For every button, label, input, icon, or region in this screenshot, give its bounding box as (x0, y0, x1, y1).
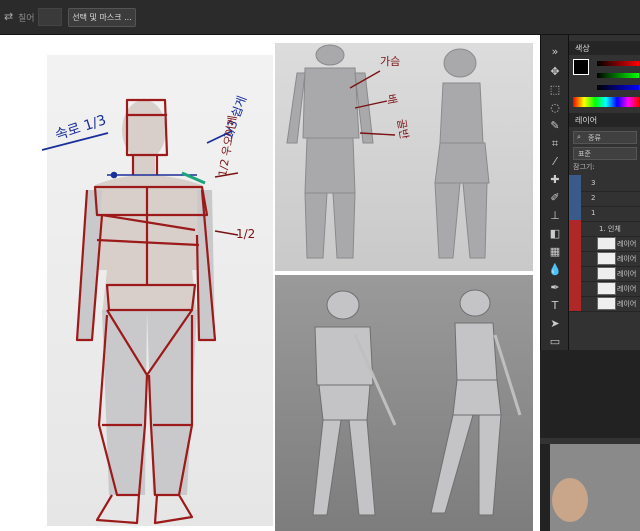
swap-icon[interactable]: ⇄ (4, 10, 13, 23)
options-bar: ⇄ 칠어 선택 및 마스크 ... (0, 0, 640, 35)
type-tool-icon[interactable]: T (548, 299, 562, 313)
layer-name: 1. 인체 (599, 225, 621, 233)
reference-image-figurines-front: 가슴 배 골반 (275, 43, 533, 271)
layer-name: 3 (591, 179, 596, 187)
tools-panel: » ✥ ⬚ ◌ ✎ ⌗ ⁄ ✚ ✐ ⊥ ◧ ▦ 💧 ✒ T ➤ ▭ (540, 35, 569, 351)
reference-image-figurines-posed (275, 275, 533, 531)
layers-panel-tabs: 레이어 (569, 113, 640, 127)
pen-tool-icon[interactable]: ✒ (548, 281, 562, 295)
quick-select-tool-icon[interactable]: ✎ (548, 119, 562, 133)
expand-icon[interactable]: » (548, 45, 562, 59)
visibility-eye-icon[interactable] (569, 175, 581, 191)
blend-mode-select[interactable]: 표준 (573, 147, 637, 160)
color-picker[interactable] (573, 59, 589, 75)
lasso-tool-icon[interactable]: ◌ (548, 101, 562, 115)
path-select-tool-icon[interactable]: ➤ (548, 317, 562, 331)
marquee-tool-icon[interactable]: ⬚ (548, 83, 562, 97)
layer-thumbnail (597, 267, 616, 280)
visibility-eye-icon[interactable] (569, 295, 581, 311)
visibility-eye-icon[interactable] (569, 265, 581, 281)
gradient-tool-icon[interactable]: ▦ (548, 245, 562, 259)
secondary-window-photo (540, 350, 640, 531)
layer-row[interactable]: 레이어 (569, 295, 640, 312)
layer-name: 레이어 (617, 240, 637, 248)
search-icon: ⌕ (577, 133, 581, 141)
figurine-photo-posed (312, 289, 522, 516)
feather-input[interactable] (38, 8, 62, 26)
visibility-eye-icon[interactable] (569, 190, 581, 206)
tab-layers[interactable]: 레이어 (575, 115, 597, 126)
color-slider-r[interactable] (597, 61, 639, 66)
feather-label: 칠어 (18, 14, 35, 24)
visibility-eye-icon[interactable] (569, 235, 581, 251)
filter-kind-select[interactable]: ⌕ 종류 (573, 131, 637, 144)
visibility-eye-icon[interactable] (569, 250, 581, 266)
layer-name: 레이어 (617, 300, 637, 308)
eyedropper-tool-icon[interactable]: ⁄ (548, 155, 562, 169)
layer-name: 레이어 (617, 255, 637, 263)
secondary-window-graphic (540, 350, 640, 531)
eraser-tool-icon[interactable]: ◧ (548, 227, 562, 241)
layer-thumbnail (597, 237, 616, 250)
color-slider-g[interactable] (597, 73, 639, 78)
crop-tool-icon[interactable]: ⌗ (548, 137, 562, 151)
tab-color[interactable]: 색상 (575, 43, 590, 54)
stamp-tool-icon[interactable]: ⊥ (548, 209, 562, 223)
select-and-mask-button[interactable]: 선택 및 마스크 ... (68, 8, 136, 27)
healing-tool-icon[interactable]: ✚ (548, 173, 562, 187)
shape-tool-icon[interactable]: ▭ (548, 335, 562, 349)
color-panel-tabs: 색상 (569, 41, 640, 55)
layer-name: 1 (591, 209, 596, 217)
color-spectrum[interactable] (573, 97, 639, 107)
brush-tool-icon[interactable]: ✐ (548, 191, 562, 205)
move-tool-icon[interactable]: ✥ (548, 65, 562, 79)
layer-name: 레이어 (617, 285, 637, 293)
layer-thumbnail (597, 252, 616, 265)
color-slider-b[interactable] (597, 85, 639, 90)
visibility-eye-icon[interactable] (569, 205, 581, 221)
layer-thumbnail (597, 282, 616, 295)
annotation-arrows (349, 70, 396, 136)
layer-name: 2 (591, 194, 596, 202)
visibility-eye-icon[interactable] (569, 280, 581, 296)
blur-tool-icon[interactable]: 💧 (548, 263, 562, 277)
lock-label: 잠그기: (573, 163, 595, 171)
annotation-layer (41, 130, 239, 236)
visibility-eye-icon[interactable] (569, 220, 581, 236)
annotation-waist-mark: 1/2 (236, 227, 256, 241)
layer-name: 레이어 (617, 270, 637, 278)
layer-thumbnail (597, 297, 616, 310)
layer-list: 3 2 1 1. 인체 레이어 레이어 레이어 레이어 레이어 (569, 175, 640, 312)
document-canvas[interactable]: 속로 1/3 1/3 쉽게 1/2 우오어께 1/2 가슴 배 골반 (0, 35, 540, 531)
